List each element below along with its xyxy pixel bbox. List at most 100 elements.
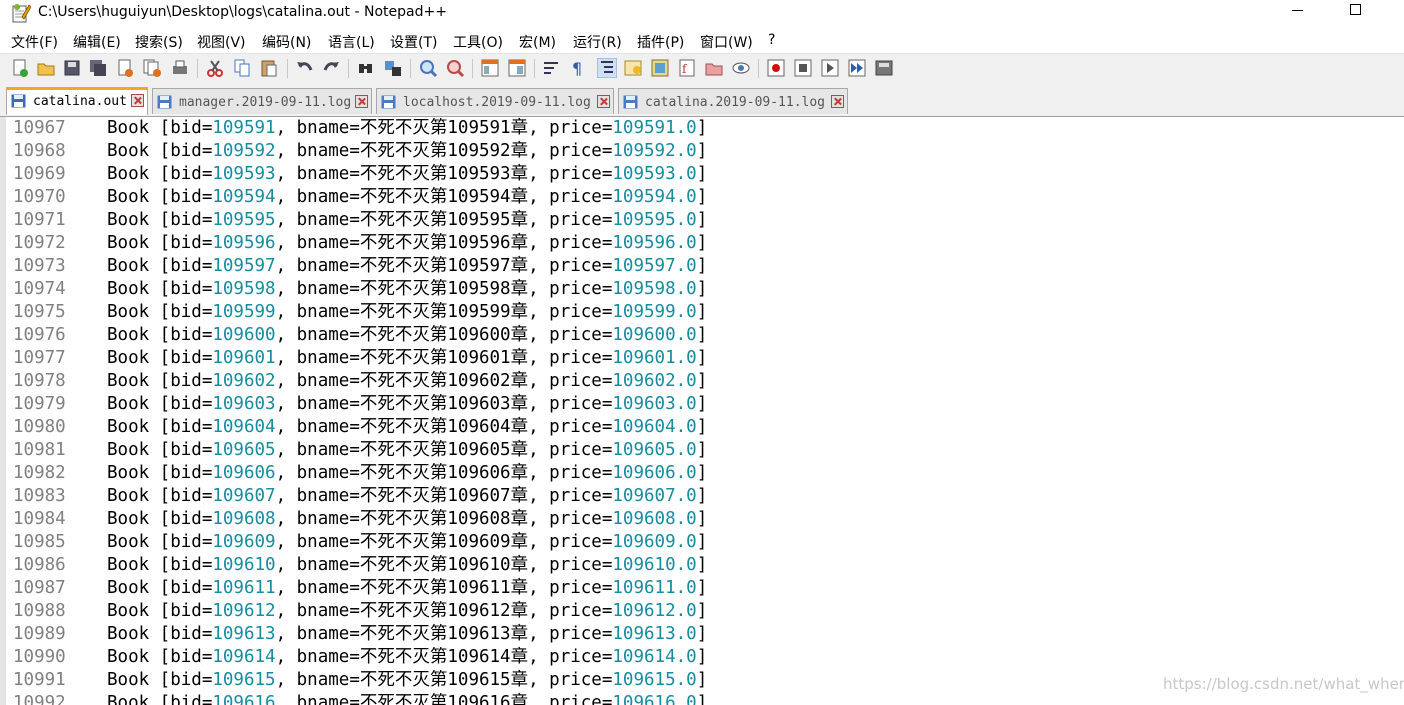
file-saved-icon [11,94,26,108]
bname-value: 不死不灭第109611章 [359,578,529,598]
menu-item[interactable]: ? [768,32,775,48]
line-number: 10973 [13,256,66,276]
toolbar-separator [348,59,349,78]
line-text: Book [bid=109602, bname=不死不灭第109602章, pr… [107,371,708,391]
undo-icon[interactable] [295,58,315,78]
price-value: 109593.0 [612,164,697,184]
price-value: 109611.0 [612,578,697,598]
price-value: 109616.0 [612,693,697,705]
menu-item[interactable]: 语言(L) [328,32,375,52]
minimize-button[interactable] [1274,0,1320,29]
line-text: Book [bid=109609, bname=不死不灭第109609章, pr… [107,532,708,552]
editor-line: 10981 Book [bid=109605, bname=不死不灭第109605… [0,439,1404,462]
menu-item[interactable]: 设置(T) [390,32,437,52]
menu-item[interactable]: 编辑(E) [73,32,121,52]
document-map-icon[interactable] [650,58,670,78]
line-text: Book [bid=109594, bname=不死不灭第109594章, pr… [107,187,708,207]
bid-value: 109604 [212,417,276,437]
stop-recording-icon[interactable] [793,58,813,78]
menu-item[interactable]: 窗口(W) [700,32,753,52]
tab-file[interactable]: manager.2019-09-11.log [152,88,372,114]
editor-line: 10971 Book [bid=109595, bname=不死不灭第109595… [0,209,1404,232]
line-number: 10968 [13,141,66,161]
price-value: 109612.0 [612,601,697,621]
open-file-icon[interactable] [36,58,56,78]
line-text: Book [bid=109608, bname=不死不灭第109608章, pr… [107,509,708,529]
line-number: 10987 [13,578,66,598]
editor-line: 10972 Book [bid=109596, bname=不死不灭第109596… [0,232,1404,255]
replace-icon[interactable] [383,58,403,78]
function-list-icon[interactable]: f [677,58,697,78]
record-macro-icon[interactable] [766,58,786,78]
monitoring-icon[interactable] [731,58,751,78]
tab-file[interactable]: catalina.out [6,87,148,115]
save-macro-icon[interactable] [874,58,894,78]
sync-vertical-icon[interactable] [480,58,500,78]
menu-item[interactable]: 视图(V) [197,32,246,52]
line-number: 10977 [13,348,66,368]
save-all-icon[interactable] [88,58,108,78]
watermark: https://blog.csdn.net/what_where [1163,675,1404,693]
title-bar: C:\Users\huguiyun\Desktop\logs\catalina.… [0,0,1404,29]
line-number: 10972 [13,233,66,253]
play-macro-icon[interactable] [820,58,840,78]
tab-close-icon[interactable] [597,95,610,108]
menu-item[interactable]: 搜索(S) [135,32,183,52]
copy-icon[interactable] [232,58,252,78]
line-text: Book [bid=109597, bname=不死不灭第109597章, pr… [107,256,708,276]
line-text: Book [bid=109592, bname=不死不灭第109592章, pr… [107,141,708,161]
line-number: 10984 [13,509,66,529]
run-macro-multiple-icon[interactable] [847,58,867,78]
editor-line: 10989 Book [bid=109613, bname=不死不灭第109613… [0,623,1404,646]
user-defined-language-icon[interactable] [623,58,643,78]
editor-line: 10974 Book [bid=109598, bname=不死不灭第109598… [0,278,1404,301]
line-number: 10970 [13,187,66,207]
close-all-icon[interactable] [142,58,162,78]
show-all-chars-icon[interactable]: ¶ [568,58,588,78]
tab-file[interactable]: localhost.2019-09-11.log [376,88,614,114]
price-value: 109607.0 [612,486,697,506]
zoom-in-icon[interactable] [418,58,438,78]
editor[interactable]: 10967 Book [bid=109591, bname=不死不灭第109591… [0,117,1404,705]
menu-item[interactable]: 文件(F) [11,32,58,52]
line-text: Book [bid=109605, bname=不死不灭第109605章, pr… [107,440,708,460]
new-file-icon[interactable] [10,58,30,78]
close-icon[interactable] [115,58,135,78]
price-value: 109610.0 [612,555,697,575]
print-icon[interactable] [170,58,190,78]
price-value: 109596.0 [612,233,697,253]
editor-line: 10977 Book [bid=109601, bname=不死不灭第109601… [0,347,1404,370]
menu-item[interactable]: 工具(O) [453,32,503,52]
editor-line: 10984 Book [bid=109608, bname=不死不灭第109608… [0,508,1404,531]
tab-close-icon[interactable] [131,94,144,107]
tab-close-icon[interactable] [831,95,844,108]
price-value: 109609.0 [612,532,697,552]
indent-guide-icon[interactable] [596,57,618,79]
save-icon[interactable] [62,58,82,78]
tab-file[interactable]: catalina.2019-09-11.log [618,88,848,114]
folder-workspace-icon[interactable] [704,58,724,78]
zoom-out-icon[interactable] [445,58,465,78]
price-value: 109598.0 [612,279,697,299]
menu-item[interactable]: 运行(R) [573,32,622,52]
line-number: 10988 [13,601,66,621]
line-text: Book [bid=109611, bname=不死不灭第109611章, pr… [107,578,708,598]
menu-item[interactable]: 插件(P) [637,32,684,52]
maximize-button[interactable] [1332,0,1378,29]
sync-horizontal-icon[interactable] [507,58,527,78]
bid-value: 109611 [212,578,276,598]
tab-close-icon[interactable] [355,95,368,108]
menu-item[interactable]: 编码(N) [262,32,311,52]
file-saved-icon [157,95,172,109]
find-icon[interactable] [356,58,376,78]
line-text: Book [bid=109613, bname=不死不灭第109613章, pr… [107,624,708,644]
toolbar-separator [758,59,759,78]
redo-icon[interactable] [321,58,341,78]
paste-icon[interactable] [259,58,279,78]
cut-icon[interactable] [205,58,225,78]
menu-item[interactable]: 宏(M) [519,32,556,52]
editor-line: 10987 Book [bid=109611, bname=不死不灭第109611… [0,577,1404,600]
word-wrap-icon[interactable] [542,58,562,78]
editor-line: 10979 Book [bid=109603, bname=不死不灭第109603… [0,393,1404,416]
bname-value: 不死不灭第109608章 [359,509,529,529]
